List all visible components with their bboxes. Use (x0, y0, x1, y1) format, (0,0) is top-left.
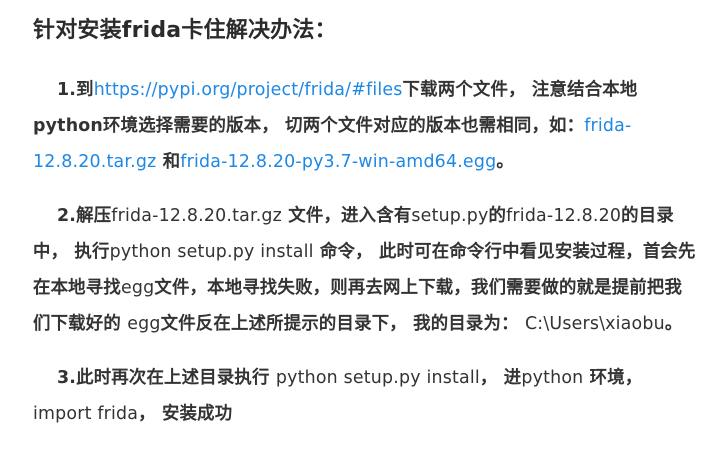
step-3-paragraph: 3.此时再次在上述目录执行 python setup.py install， 进… (33, 360, 698, 432)
step-3-text-c: ， 安装成功 (138, 404, 233, 424)
step-2-command: python setup.py install (109, 242, 314, 262)
step-1-prefix: 1.到 (57, 80, 94, 100)
frida-egg-link[interactable]: frida-12.8.20-py3.7-win-amd64.egg (180, 152, 496, 172)
step-2-folder: frida-12.8.20 (506, 206, 622, 226)
step-2-text-f: 文件反在上述所提示的目录下， 我的目录为： (160, 314, 525, 334)
step-3-prefix: 3.此时再次在上述目录执行 (57, 368, 276, 388)
step-3-python: python (521, 368, 584, 388)
step-2-end: 。 (664, 314, 683, 334)
step-1-end: 。 (496, 152, 514, 172)
article-body: 针对安装frida卡住解决办法： 1.到https://pypi.org/pro… (0, 0, 716, 471)
step-3-import: import frida (33, 404, 139, 424)
step-3-text-b: 环境， (583, 368, 643, 388)
step-2-egg-2: egg (127, 314, 161, 334)
step-2-text-a: 文件，进入含有 (282, 206, 412, 226)
step-2-text-b: 的 (488, 206, 507, 226)
article-title: 针对安装frida卡住解决办法： (33, 18, 337, 43)
step-2-paragraph: 2.解压frida-12.8.20.tar.gz 文件，进入含有setup.py… (33, 198, 698, 342)
step-2-egg-1: egg (120, 278, 155, 298)
pypi-frida-files-link[interactable]: https://pypi.org/project/frida/#files (94, 80, 403, 100)
step-2-prefix: 2.解压 (57, 206, 112, 226)
step-1-text-a: 下载两个文件， 注意结合本地 (402, 80, 638, 100)
step-3-command: python setup.py install (275, 368, 480, 388)
step-2-path: C:\Users\xiaobu (524, 314, 665, 334)
step-2-setup-py: setup.py (411, 206, 489, 226)
step-3-text-a: ， 进 (479, 368, 522, 388)
step-1-paragraph: 1.到https://pypi.org/project/frida/#files… (33, 72, 698, 180)
step-2-file: frida-12.8.20.tar.gz (111, 206, 283, 226)
step-1-line-2: python环境选择需要的版本， 切两个文件对应的版本也需相同，如： (33, 116, 585, 136)
step-1-and: 和 (156, 152, 181, 172)
